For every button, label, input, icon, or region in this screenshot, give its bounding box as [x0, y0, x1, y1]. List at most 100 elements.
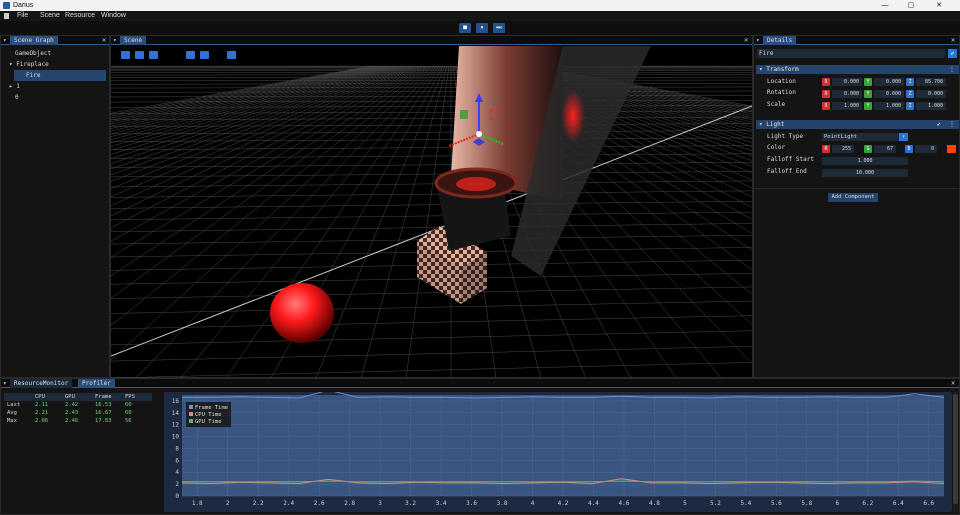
- tree-item-fire[interactable]: Fire: [14, 70, 106, 81]
- scene-viewport[interactable]: [111, 46, 752, 378]
- y-tick-label: 8: [175, 445, 179, 452]
- check-icon[interactable]: ✔: [948, 49, 957, 58]
- x-tick-label: 5.8: [801, 500, 812, 507]
- scale-x-field[interactable]: 1.000: [832, 102, 862, 110]
- dock-menu-icon[interactable]: ▾: [756, 37, 760, 44]
- grid-icon[interactable]: [227, 51, 236, 59]
- y-tick-label: 6: [175, 457, 179, 464]
- color-g-field[interactable]: 67: [874, 145, 896, 153]
- object-name-input[interactable]: Fire: [757, 49, 945, 58]
- color-swatch[interactable]: [947, 145, 956, 153]
- tab-details[interactable]: Details: [763, 36, 797, 45]
- tree-item-0[interactable]: 0: [1, 92, 109, 103]
- stop-button[interactable]: ■: [459, 23, 471, 33]
- close-icon[interactable]: ✕: [744, 36, 748, 45]
- enabled-check-icon[interactable]: ✔: [937, 120, 941, 129]
- tree-item-1[interactable]: ▸ 1: [1, 81, 109, 92]
- tab-scene[interactable]: Scene: [120, 36, 147, 45]
- close-window-icon[interactable]: ✕: [932, 0, 946, 11]
- x-tick-label: 4.4: [588, 500, 599, 507]
- more-icon[interactable]: ⋮: [949, 120, 955, 129]
- x-tick-label: 2: [226, 500, 230, 507]
- x-tick-label: 4: [531, 500, 535, 507]
- more-icon[interactable]: ⋮: [949, 65, 955, 74]
- menu-window[interactable]: Window: [101, 11, 126, 21]
- scale-y-field[interactable]: 1.000: [874, 102, 904, 110]
- dock-menu-icon[interactable]: ▾: [113, 37, 117, 44]
- legend-swatch: [189, 419, 193, 423]
- transform-header[interactable]: ▾ Transform ⋮: [756, 65, 959, 74]
- close-icon[interactable]: ✕: [951, 379, 955, 388]
- y-tick-label: 14: [172, 410, 180, 417]
- add-component-button[interactable]: Add Component: [828, 193, 878, 202]
- rotate-icon[interactable]: [135, 51, 144, 59]
- x-tick-label: 5.2: [710, 500, 721, 507]
- falloff-start-field[interactable]: 1.000: [822, 157, 908, 165]
- x-tick-label: 2.6: [314, 500, 325, 507]
- close-icon[interactable]: ✕: [102, 36, 106, 45]
- y-tick-label: 12: [172, 422, 180, 429]
- scene-tree: GameObject ▾ Fireplace Fire ▸ 1 0: [1, 48, 109, 103]
- rotation-y-field[interactable]: 0.000: [874, 90, 904, 98]
- scale-icon[interactable]: [149, 51, 158, 59]
- menu-resource[interactable]: Resource: [65, 11, 95, 21]
- legend-swatch: [189, 412, 193, 416]
- y-tick-label: 16: [172, 398, 180, 405]
- scrollbar-thumb[interactable]: [953, 394, 958, 504]
- tab-resource-monitor[interactable]: ResourceMonitor: [10, 379, 73, 388]
- tab-scene-graph[interactable]: Scene Graph: [10, 36, 58, 45]
- minimize-icon[interactable]: —: [878, 0, 892, 11]
- location-y-field[interactable]: 0.000: [874, 78, 904, 86]
- close-icon[interactable]: ✕: [951, 36, 955, 45]
- dock-menu-icon[interactable]: ▾: [3, 380, 7, 387]
- cube-icon[interactable]: [200, 51, 209, 59]
- move-icon[interactable]: [121, 51, 130, 59]
- x-tick-label: 6.2: [862, 500, 873, 507]
- maximize-icon[interactable]: ▢: [904, 0, 918, 11]
- light-type-select[interactable]: PointLight ▾: [822, 133, 908, 141]
- frame-time-chart[interactable]: 0 2 4 6 8 10 12 14 16 1.8 2 2.2 2.4 2.6 2.8 3 3.2 3.4 3.6 3…: [164, 392, 952, 512]
- globe-icon[interactable]: [186, 51, 195, 59]
- play-toolbar: ■ ⏸ ⏭: [0, 21, 960, 35]
- color-b-field[interactable]: 0: [915, 145, 937, 153]
- tree-item-gameobject[interactable]: GameObject: [1, 48, 109, 59]
- light-header[interactable]: ▾ Light ✔ ⋮: [756, 120, 959, 129]
- chevron-right-icon[interactable]: ▸: [9, 83, 13, 90]
- scene-graph-panel: ▾ Scene Graph ✕ GameObject ▾ Fireplace F…: [0, 35, 110, 378]
- x-tick-label: 6.6: [923, 500, 934, 507]
- falloff-start-label: Falloff Start: [767, 156, 814, 163]
- menu-scene[interactable]: Scene: [40, 11, 60, 21]
- profiler-panel: ▾ ResourceMonitor Profiler ✕ CPU GPU Fra…: [0, 378, 960, 515]
- chevron-down-icon: ▾: [759, 66, 763, 73]
- app-menu-icon[interactable]: [4, 13, 9, 19]
- menu-file[interactable]: File: [17, 11, 28, 21]
- chevron-down-icon[interactable]: ▾: [9, 61, 13, 68]
- table-row: Avg 2.21 2.43 16.67 60: [7, 410, 132, 416]
- step-button[interactable]: ⏭: [493, 23, 505, 33]
- x-tick-label: 3.8: [497, 500, 508, 507]
- rotation-x-field[interactable]: 0.000: [832, 90, 862, 98]
- legend-label: Frame Time: [195, 405, 228, 411]
- stats-table: CPU GPU Frame FPS Last 2.11 2.42 16.53 60 Av…: [4, 393, 152, 425]
- pause-button[interactable]: ⏸: [476, 23, 488, 33]
- red-sphere: [270, 283, 334, 343]
- tree-item-fireplace[interactable]: ▾ Fireplace: [1, 59, 109, 70]
- x-tick-label: 4.2: [558, 500, 569, 507]
- scrollbar[interactable]: [953, 392, 958, 512]
- x-tick-label: 3.2: [405, 500, 416, 507]
- window-titlebar: Darius — ▢ ✕: [0, 0, 960, 11]
- x-tick-label: 2.8: [344, 500, 355, 507]
- wall-light-spot: [561, 90, 585, 142]
- location-x-field[interactable]: 0.000: [832, 78, 862, 86]
- scale-z-field[interactable]: 1.000: [916, 102, 946, 110]
- dock-menu-icon[interactable]: ▾: [3, 37, 7, 44]
- falloff-end-field[interactable]: 10.000: [822, 169, 908, 177]
- light-type-label: Light Type: [767, 133, 804, 140]
- color-r-field[interactable]: 255: [832, 145, 854, 153]
- rotation-z-field[interactable]: 0.000: [916, 90, 946, 98]
- tab-profiler[interactable]: Profiler: [78, 379, 115, 388]
- location-z-field[interactable]: 85.700: [916, 78, 946, 86]
- x-tick-label: 1.8: [192, 500, 203, 507]
- chevron-down-icon[interactable]: ▾: [899, 133, 908, 141]
- window-title: Darius: [13, 2, 34, 9]
